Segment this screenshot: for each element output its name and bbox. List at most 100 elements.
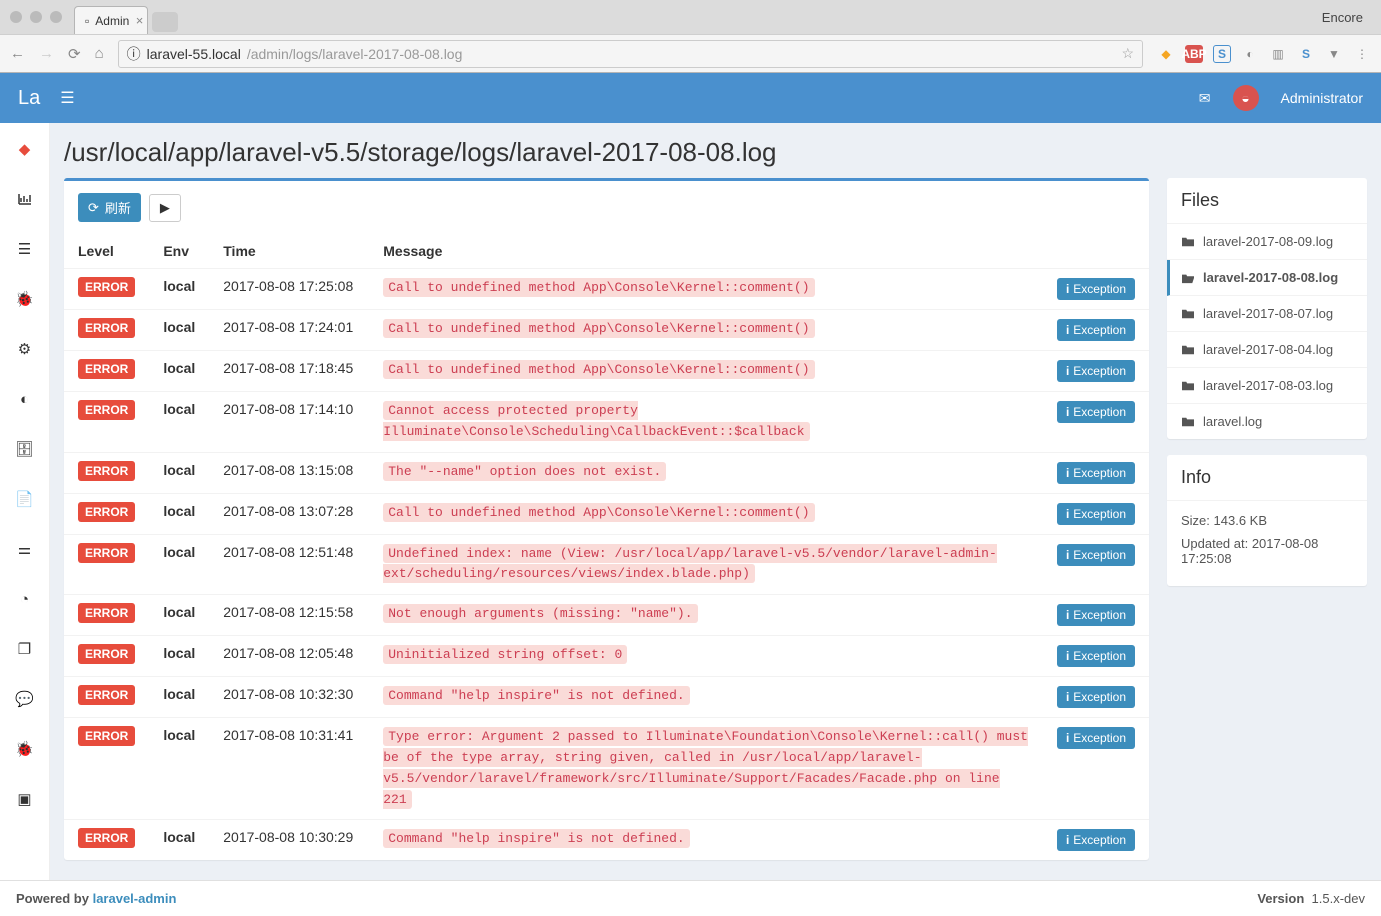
traffic-lights xyxy=(10,11,62,23)
table-row: ERRORlocal2017-08-08 17:25:08Call to und… xyxy=(64,269,1149,310)
exception-button[interactable]: i Exception xyxy=(1057,360,1135,382)
files-panel: Files laravel-2017-08-09.loglaravel-2017… xyxy=(1167,178,1367,439)
info-icon: i xyxy=(1066,731,1069,745)
bookmark-icon[interactable]: ☆ xyxy=(1121,45,1134,62)
reload-button[interactable]: ⟳ xyxy=(68,45,81,63)
level-badge: ERROR xyxy=(78,277,135,297)
file-item[interactable]: laravel-2017-08-04.log xyxy=(1167,332,1367,368)
home-button[interactable]: ⌂ xyxy=(95,45,104,62)
back-button[interactable]: ← xyxy=(10,45,25,62)
info-icon: i xyxy=(1066,364,1069,378)
time-cell: 2017-08-08 17:24:01 xyxy=(223,319,353,335)
th-message: Message xyxy=(369,234,1043,269)
exception-button[interactable]: i Exception xyxy=(1057,686,1135,708)
sidebar-chat-icon[interactable]: 💬 xyxy=(0,683,50,715)
sidebar-clock-icon[interactable]: ◔ xyxy=(0,583,50,615)
exception-button[interactable]: i Exception xyxy=(1057,829,1135,851)
url-field[interactable]: ⓘ laravel-55.local/admin/logs/laravel-20… xyxy=(118,40,1143,68)
folder-icon xyxy=(1181,236,1195,248)
sidebar-bug2-icon[interactable]: 🐞 xyxy=(0,733,50,765)
table-row: ERRORlocal2017-08-08 10:30:29Command "he… xyxy=(64,820,1149,861)
message-cell: Undefined index: name (View: /usr/local/… xyxy=(383,544,997,584)
exception-button[interactable]: i Exception xyxy=(1057,278,1135,300)
exception-button[interactable]: i Exception xyxy=(1057,544,1135,566)
powered-link[interactable]: laravel-admin xyxy=(93,891,177,906)
message-cell: Command "help inspire" is not defined. xyxy=(383,686,689,705)
sidebar-sliders-icon[interactable]: ⚌ xyxy=(0,533,50,565)
file-name: laravel-2017-08-04.log xyxy=(1203,342,1333,357)
sidebar-server-icon[interactable]: ☰ xyxy=(0,233,50,265)
refresh-label: 刷新 xyxy=(105,198,131,217)
sidebar-database-icon[interactable]: 🗄 xyxy=(0,433,50,465)
ext-icon-4[interactable]: S xyxy=(1297,45,1315,63)
ext-icon-3[interactable]: ▥ xyxy=(1269,45,1287,63)
mail-icon[interactable]: ✉ xyxy=(1199,90,1211,107)
info-icon: i xyxy=(1066,690,1069,704)
file-item[interactable]: laravel-2017-08-03.log xyxy=(1167,368,1367,404)
avatar[interactable]: ◒ xyxy=(1233,85,1259,111)
file-item[interactable]: laravel.log xyxy=(1167,404,1367,439)
abp-icon[interactable]: ABP xyxy=(1185,45,1203,63)
powered-prefix: Powered by xyxy=(16,891,93,906)
ext-icon-2[interactable]: ◐ xyxy=(1241,45,1259,63)
message-cell: Cannot access protected property Illumin… xyxy=(383,401,809,441)
sidebar-wallet-icon[interactable]: ▣ xyxy=(0,783,50,815)
table-row: ERRORlocal2017-08-08 12:51:48Undefined i… xyxy=(64,534,1149,595)
footer: Powered by laravel-admin Version 1.5.x-d… xyxy=(0,880,1381,916)
sidebar-gears-icon[interactable]: ⚙ xyxy=(0,333,50,365)
message-cell: The "--name" option does not exist. xyxy=(383,462,666,481)
env-cell: local xyxy=(163,829,195,845)
exception-button[interactable]: i Exception xyxy=(1057,319,1135,341)
zoom-window-button[interactable] xyxy=(50,11,62,23)
exception-button[interactable]: i Exception xyxy=(1057,401,1135,423)
footer-version: Version 1.5.x-dev xyxy=(1257,891,1365,906)
file-item[interactable]: laravel-2017-08-09.log xyxy=(1167,224,1367,260)
sidebar-clone-icon[interactable]: ❐ xyxy=(0,633,50,665)
ext-icon-5[interactable]: ▼ xyxy=(1325,45,1343,63)
env-cell: local xyxy=(163,401,195,417)
exception-button[interactable]: i Exception xyxy=(1057,462,1135,484)
browser-tab-admin[interactable]: ▫ Admin × xyxy=(74,6,148,34)
exception-button[interactable]: i Exception xyxy=(1057,645,1135,667)
th-actions xyxy=(1043,234,1149,269)
sidebar-file-icon[interactable]: 📄 xyxy=(0,483,50,515)
minimize-window-button[interactable] xyxy=(30,11,42,23)
close-tab-icon[interactable]: × xyxy=(136,13,144,28)
sidebar-chart-icon[interactable] xyxy=(0,183,50,215)
exception-button[interactable]: i Exception xyxy=(1057,604,1135,626)
ext-icon-1[interactable]: ◆ xyxy=(1157,45,1175,63)
info-icon: i xyxy=(1066,405,1069,419)
ext-icon-s[interactable]: S xyxy=(1213,45,1231,63)
env-cell: local xyxy=(163,278,195,294)
content: /usr/local/app/laravel-v5.5/storage/logs… xyxy=(50,123,1381,880)
address-bar: ← → ⟳ ⌂ ⓘ laravel-55.local/admin/logs/la… xyxy=(0,34,1381,72)
play-button[interactable]: ▶ xyxy=(149,194,181,222)
table-row: ERRORlocal2017-08-08 13:07:28Call to und… xyxy=(64,493,1149,534)
logo[interactable]: La xyxy=(18,87,40,110)
close-window-button[interactable] xyxy=(10,11,22,23)
env-cell: local xyxy=(163,462,195,478)
info-icon: ⓘ xyxy=(127,44,141,64)
file-item[interactable]: laravel-2017-08-07.log xyxy=(1167,296,1367,332)
message-cell: Type error: Argument 2 passed to Illumin… xyxy=(383,727,1028,808)
env-cell: local xyxy=(163,604,195,620)
exception-button[interactable]: i Exception xyxy=(1057,727,1135,749)
file-item[interactable]: laravel-2017-08-08.log xyxy=(1167,260,1367,296)
message-cell: Call to undefined method App\Console\Ker… xyxy=(383,319,814,338)
sidebar-laravel-icon[interactable]: ◆ xyxy=(0,133,50,165)
menu-icon[interactable]: ⋮ xyxy=(1353,45,1371,63)
table-row: ERRORlocal2017-08-08 17:24:01Call to und… xyxy=(64,310,1149,351)
sidebar-toggle-button[interactable]: ☰ xyxy=(60,88,74,108)
sidebar-bug-icon[interactable]: 🐞 xyxy=(0,283,50,315)
time-cell: 2017-08-08 17:25:08 xyxy=(223,278,353,294)
username[interactable]: Administrator xyxy=(1281,90,1363,106)
new-tab-button[interactable] xyxy=(152,12,178,32)
page-title: /usr/local/app/laravel-v5.5/storage/logs… xyxy=(64,137,1367,168)
time-cell: 2017-08-08 12:15:58 xyxy=(223,604,353,620)
exception-button[interactable]: i Exception xyxy=(1057,503,1135,525)
file-list: laravel-2017-08-09.loglaravel-2017-08-08… xyxy=(1167,224,1367,439)
folder-icon xyxy=(1181,416,1195,428)
table-row: ERRORlocal2017-08-08 10:32:30Command "he… xyxy=(64,677,1149,718)
sidebar-toggle-icon[interactable]: ◐ xyxy=(0,383,50,415)
refresh-button[interactable]: ⟳ 刷新 xyxy=(78,193,141,222)
